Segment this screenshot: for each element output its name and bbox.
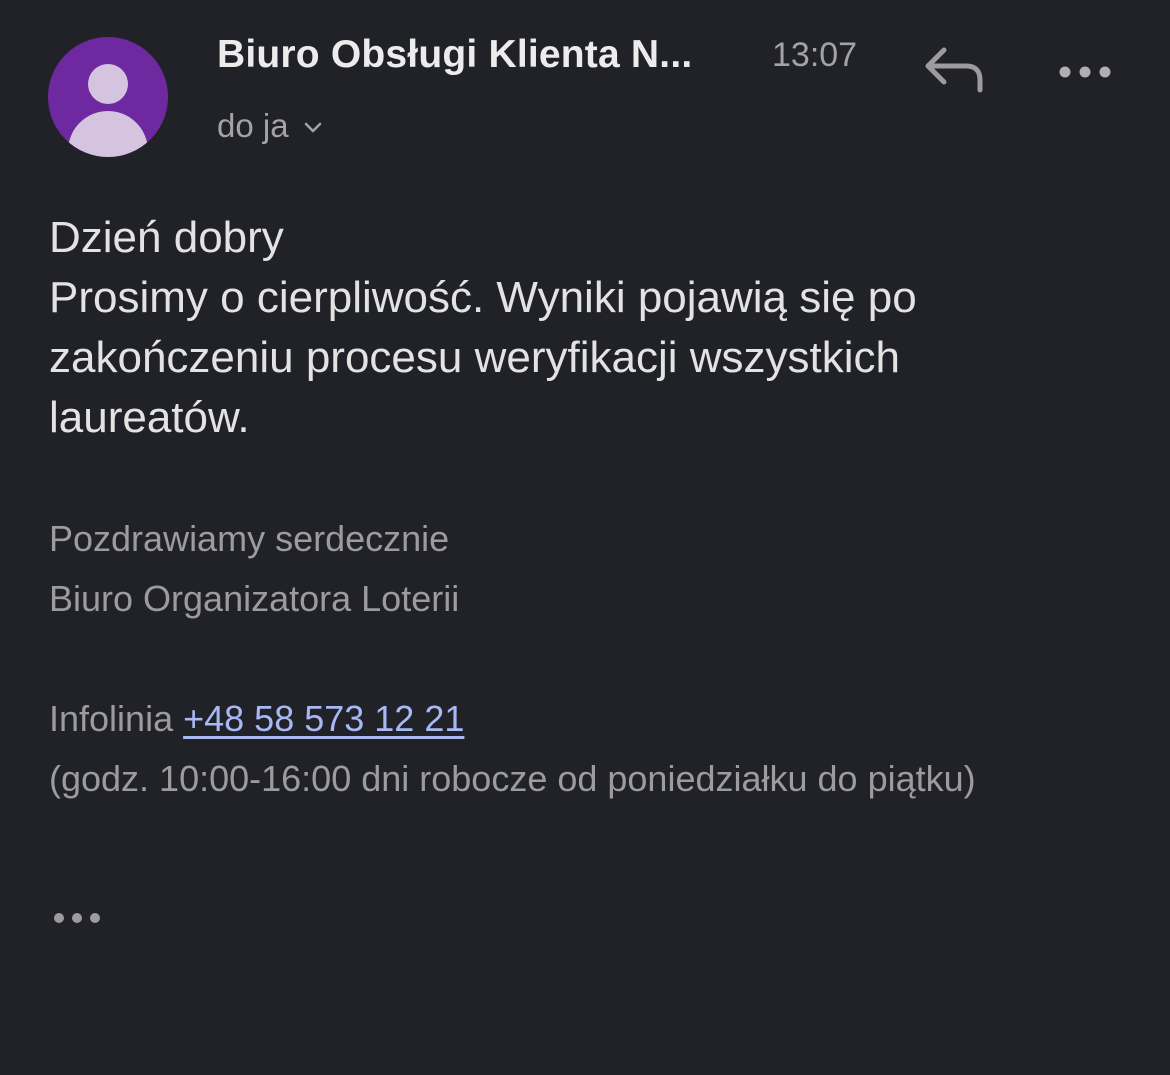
show-trimmed-content-icon	[54, 913, 100, 923]
signature-closing: Pozdrawiamy serdecznie	[49, 518, 450, 559]
person-icon-head	[88, 64, 128, 104]
sender-name[interactable]: Biuro Obsługi Klienta N...	[217, 33, 692, 77]
more-options-icon	[1059, 66, 1111, 78]
reply-icon	[925, 47, 983, 93]
sender-avatar[interactable]	[48, 37, 168, 157]
person-icon-body	[68, 111, 148, 157]
message-time: 13:07	[772, 36, 858, 74]
reply-button[interactable]	[922, 46, 988, 98]
recipient-details-toggle[interactable]: do ja	[217, 104, 323, 148]
greeting-line: Dzień dobry	[49, 213, 284, 262]
signature-organization: Biuro Organizatora Loterii	[49, 578, 460, 619]
phone-link[interactable]: +48 58 573 12 21	[183, 698, 464, 739]
message-body: Dzień dobry Prosimy o cierpliwość. Wynik…	[49, 208, 1129, 448]
more-options-button[interactable]	[1056, 58, 1114, 86]
chevron-down-icon	[304, 122, 321, 133]
body-line: Prosimy o cierpliwość. Wyniki pojawią si…	[49, 273, 917, 322]
body-line: zakończeniu procesu weryfikacji wszystki…	[49, 333, 900, 382]
infoline-row: Infolinia +48 58 573 12 21	[49, 698, 464, 740]
body-line: laureatów.	[49, 393, 250, 442]
recipient-label: do ja	[217, 107, 289, 144]
infoline-hours: (godz. 10:00-16:00 dni robocze od ponied…	[49, 758, 976, 799]
infoline-label: Infolinia	[49, 698, 174, 739]
show-trimmed-content-button[interactable]	[48, 906, 108, 930]
